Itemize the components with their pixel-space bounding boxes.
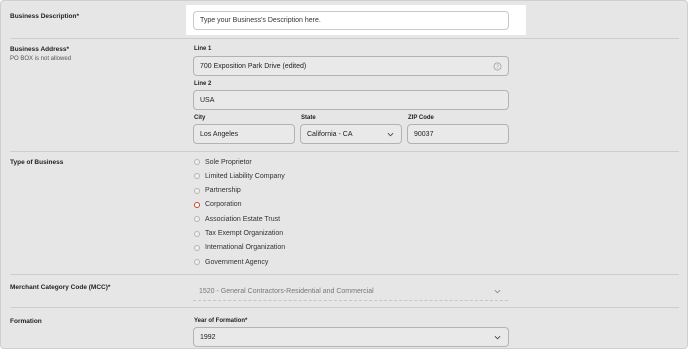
divider [10, 307, 679, 308]
business-description-placeholder: Type your Business's Description here. [200, 17, 321, 24]
svg-text:?: ? [496, 64, 499, 70]
radio-unselected-icon[interactable] [194, 173, 200, 180]
state-label: State [301, 115, 316, 121]
line1-value: 700 Exposition Park Drive (edited) [200, 62, 307, 70]
type-of-business-label: Type of Business [10, 159, 64, 166]
city-input[interactable]: Los Angeles [193, 124, 295, 144]
divider [10, 151, 679, 152]
radio-option[interactable]: Sole Proprietor [194, 156, 252, 168]
city-label: City [194, 115, 206, 121]
year-of-formation-select[interactable]: 1992 [193, 327, 509, 347]
radio-option[interactable]: Corporation [194, 199, 242, 211]
year-of-formation-value: 1992 [200, 333, 216, 341]
divider [10, 274, 679, 275]
radio-option-label: Limited Liability Company [205, 172, 285, 180]
radio-option-label: Partnership [205, 187, 241, 195]
radio-option-label: Government Agency [205, 258, 269, 266]
radio-option-label: Corporation [205, 201, 242, 209]
radio-option-label: Association Estate Trust [205, 215, 281, 223]
radio-option[interactable]: Limited Liability Company [194, 170, 285, 182]
radio-unselected-icon[interactable] [194, 259, 200, 266]
chevron-down-icon [494, 289, 501, 294]
radio-option-label: International Organization [205, 244, 286, 252]
year-of-formation-label: Year of Formation* [194, 318, 248, 324]
business-description-label: Business Description* [10, 13, 79, 20]
radio-option[interactable]: Government Agency [194, 256, 268, 268]
zip-input[interactable]: 90037 [407, 124, 509, 144]
line1-input[interactable]: 700 Exposition Park Drive (edited) ? [193, 56, 509, 76]
state-value: California - CA [307, 130, 353, 138]
mcc-select[interactable]: 1520 - General Contractors-Residential a… [193, 283, 508, 301]
state-select[interactable]: California - CA [300, 124, 402, 144]
mcc-value: 1520 - General Contractors-Residential a… [199, 288, 374, 295]
zip-label: ZIP Code [408, 115, 434, 121]
radio-unselected-icon[interactable] [194, 216, 200, 223]
chevron-down-icon [494, 335, 501, 340]
radio-unselected-icon[interactable] [194, 244, 200, 251]
line2-input[interactable]: USA [193, 90, 509, 110]
radio-option[interactable]: Partnership [194, 185, 241, 197]
radio-option[interactable]: International Organization [194, 242, 285, 254]
business-address-label: Business Address* [10, 46, 70, 53]
city-value: Los Angeles [200, 130, 239, 138]
divider [10, 38, 679, 39]
line2-value: USA [200, 96, 215, 104]
radio-unselected-icon[interactable] [194, 230, 200, 237]
zip-value: 90037 [414, 130, 434, 138]
chevron-down-icon [387, 132, 394, 137]
radio-selected-icon[interactable] [194, 201, 200, 208]
radio-option-label: Sole Proprietor [205, 158, 252, 166]
mcc-label: Merchant Category Code (MCC)* [10, 284, 111, 291]
radio-option[interactable]: Association Estate Trust [194, 213, 280, 225]
po-box-note: PO BOX is not allowed [10, 56, 72, 62]
line2-label: Line 2 [194, 81, 212, 87]
radio-unselected-icon[interactable] [194, 187, 200, 194]
help-circle-icon[interactable]: ? [493, 62, 502, 71]
formation-label: Formation [10, 318, 42, 325]
radio-option-label: Tax Exempt Organization [205, 230, 284, 237]
radio-option[interactable]: Tax Exempt Organization [194, 228, 283, 240]
line1-label: Line 1 [194, 46, 212, 52]
radio-unselected-icon[interactable] [194, 159, 200, 165]
business-form: Business Description* Type your Business… [0, 0, 688, 349]
business-description-input[interactable]: Type your Business's Description here. [193, 11, 509, 30]
